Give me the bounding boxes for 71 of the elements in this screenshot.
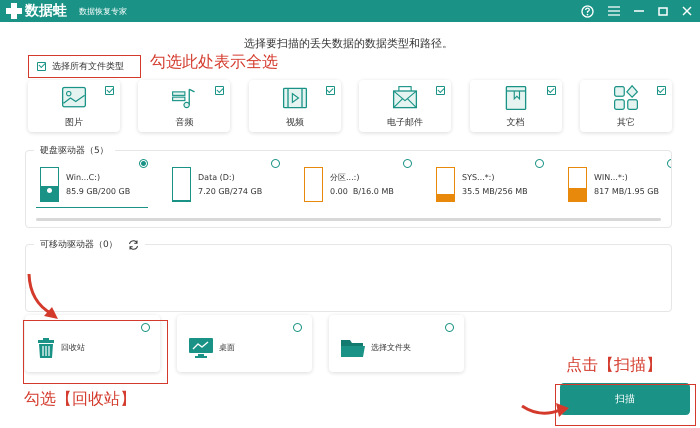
annotation-arrow xyxy=(26,272,60,322)
checkbox-icon[interactable] xyxy=(326,86,335,95)
drive-capacity: 0.00 B/16.0 MB xyxy=(330,186,394,198)
group-title: 可移动驱动器（0） xyxy=(40,238,118,251)
menu-icon[interactable] xyxy=(608,6,620,16)
refresh-icon[interactable] xyxy=(128,240,139,250)
drive-name: 分区...:) xyxy=(330,172,360,184)
file-type-label: 电子邮件 xyxy=(387,116,424,128)
help-icon[interactable] xyxy=(581,4,594,18)
location-card[interactable]: 桌面 xyxy=(177,315,312,372)
drive-item[interactable]: Win...C:) 85.9 GB/200 GB xyxy=(36,157,148,208)
monitor-icon xyxy=(189,338,213,358)
checkbox-icon[interactable] xyxy=(37,62,46,70)
trash-icon xyxy=(37,338,55,358)
annotation-note: 勾选此处表示全选 xyxy=(150,52,278,73)
file-type-label: 视频 xyxy=(286,116,304,128)
annotation-note: 点击【扫描】 xyxy=(566,355,662,376)
checkbox-icon[interactable] xyxy=(215,86,224,95)
radio-button[interactable] xyxy=(293,323,302,332)
file-type-label: 其它 xyxy=(616,116,635,128)
select-all-checkbox[interactable]: 选择所有文件类型 xyxy=(37,58,124,74)
file-type-card[interactable]: 其它 xyxy=(580,80,672,132)
close-icon[interactable] xyxy=(682,6,692,16)
cross-logo-icon xyxy=(6,3,22,19)
location-label: 选择文件夹 xyxy=(371,342,411,353)
radio-button[interactable] xyxy=(141,323,150,332)
checkbox-icon[interactable] xyxy=(546,86,556,95)
file-type-card[interactable]: 文档 xyxy=(470,80,562,132)
app-logo: 数据蛙 xyxy=(25,2,67,20)
drive-name: Win...C:) xyxy=(66,172,102,184)
location-card[interactable]: 选择文件夹 xyxy=(329,315,464,372)
radio-button[interactable] xyxy=(445,323,454,332)
instruction-text: 选择要扫描的丢失数据的数据类型和路径。 xyxy=(244,37,453,50)
checkbox-icon[interactable] xyxy=(105,86,114,95)
scan-button[interactable]: 扫描 xyxy=(560,383,690,415)
file-type-card[interactable]: 电子邮件 xyxy=(359,80,452,132)
annotation-arrow xyxy=(520,400,570,420)
file-type-label: 图片 xyxy=(65,116,83,128)
radio-button[interactable] xyxy=(271,159,280,168)
app-subtitle: 数据恢复专家 xyxy=(79,6,127,16)
file-type-card[interactable]: 视频 xyxy=(248,80,341,132)
file-type-label: 音频 xyxy=(175,116,194,128)
drive-name: WIN...*:) xyxy=(594,172,629,184)
drive-capacity: 85.9 GB/200 GB xyxy=(66,186,130,198)
file-type-label: 文档 xyxy=(506,116,525,128)
checkbox-icon[interactable] xyxy=(436,86,446,95)
annotation-note: 勾选【回收站】 xyxy=(24,389,136,410)
radio-button[interactable] xyxy=(403,159,412,168)
maximize-icon[interactable] xyxy=(658,6,668,16)
group-title: 硬盘驱动器（5） xyxy=(39,144,110,157)
radio-button[interactable] xyxy=(139,159,148,168)
drive-capacity: 7.20 GB/274 GB xyxy=(198,186,262,198)
radio-button[interactable] xyxy=(535,159,544,168)
folder-icon xyxy=(341,338,365,358)
drive-item[interactable]: WIN...*:) 817 MB/1.95 GB xyxy=(564,157,671,208)
other-icon xyxy=(612,84,640,112)
checkbox-icon[interactable] xyxy=(656,86,666,95)
location-label: 桌面 xyxy=(219,342,235,353)
file-type-card[interactable]: 图片 xyxy=(28,80,120,132)
file-type-card[interactable]: 音频 xyxy=(138,80,230,132)
drive-name: Data (D:) xyxy=(198,172,236,184)
drive-capacity: 35.5 MB/256 MB xyxy=(462,186,528,198)
location-label: 回收站 xyxy=(61,342,85,353)
drive-item[interactable]: Data (D:) 7.20 GB/274 GB xyxy=(168,157,280,208)
drive-item[interactable]: SYS...*:) 35.5 MB/256 MB xyxy=(432,157,544,208)
email-icon xyxy=(391,84,420,112)
scrollbar[interactable] xyxy=(36,218,661,221)
drive-capacity: 817 MB/1.95 GB xyxy=(594,186,659,198)
drive-item[interactable]: 分区...:) 0.00 B/16.0 MB xyxy=(300,157,412,208)
location-card[interactable]: 回收站 xyxy=(25,315,160,372)
drive-name: SYS...*:) xyxy=(462,172,496,184)
